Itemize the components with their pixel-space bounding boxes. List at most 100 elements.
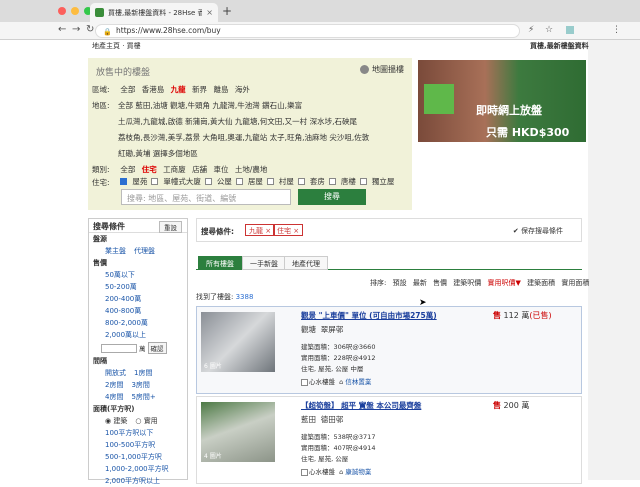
area-range-item[interactable]: 1,000-2,000平方呎 — [89, 463, 187, 475]
type-commercial[interactable]: 工商廈 — [163, 165, 186, 174]
back-button[interactable]: ← — [58, 24, 66, 35]
area-range-item[interactable]: 100平方呎以下 — [89, 427, 187, 439]
type-land[interactable]: 土地/農地 — [235, 165, 268, 174]
breadcrumb[interactable]: 地產主頁 · 買樓 — [92, 41, 141, 51]
favorite-checkbox[interactable] — [301, 468, 308, 476]
favorite-label: 心水樓盤 — [309, 468, 335, 476]
map-search-link[interactable]: 地圖搵樓 — [360, 64, 404, 75]
type-all[interactable]: 全部 — [120, 165, 135, 174]
price-range-item[interactable]: 400-800萬 — [89, 305, 187, 317]
district-line-3[interactable]: 荔枝角,長沙灣,美孚,荔景 大角咀,奧運,九龍站 太子,旺角,油麻地 尖沙咀,佐… — [118, 132, 369, 143]
region-islands[interactable]: 離島 — [213, 85, 228, 94]
type-parking[interactable]: 車位 — [213, 165, 228, 174]
hos-checkbox[interactable] — [235, 178, 243, 185]
criteria-bar: 搜尋條件: 九龍 × 住宅 × ✔ 保存搜尋條件 — [196, 218, 582, 242]
listing-district[interactable]: 觀塘 — [301, 325, 316, 334]
listing-card[interactable]: 6 圖片 觀景 "上車價" 單位 (可自由市場275萬) 觀塘 翠屏邨 建築面積… — [196, 306, 582, 394]
listing-title-link[interactable]: 觀景 "上車價" 單位 (可自由市場275萬) — [301, 310, 437, 321]
price-range-item[interactable]: 50萬以下 — [89, 269, 187, 281]
area-range-item[interactable]: 2,000平方呎以上 — [89, 475, 187, 487]
room-option[interactable]: 5房間+ — [131, 392, 155, 402]
listing-district[interactable]: 藍田 — [301, 415, 316, 424]
listing-tags: 住宅, 屋苑, 公屋 — [301, 455, 349, 463]
tab-agencies[interactable]: 地產代理 — [284, 256, 328, 270]
criteria-tag-kowloon[interactable]: 九龍 × — [245, 224, 276, 236]
estate-checkbox[interactable] — [120, 178, 128, 185]
browser-tab[interactable]: 買樓,最新樓盤資料 - 28Hse 香港 × — [90, 3, 218, 22]
sort-saleable-unit-price[interactable]: 實用呎價▼ — [488, 279, 521, 287]
listing-estate[interactable]: 德田邨 — [321, 415, 344, 424]
new-tab-button[interactable]: + — [222, 4, 232, 18]
agent-name[interactable]: 康誠物業 — [345, 468, 371, 476]
price-range-item[interactable]: 2,000萬以上 — [89, 329, 187, 341]
price-confirm-button[interactable]: 確認 — [147, 342, 167, 354]
room-option[interactable]: 4房間 — [105, 392, 123, 402]
site-title: 買樓,最新樓盤資料 — [530, 42, 589, 50]
type-residential[interactable]: 住宅 — [142, 165, 157, 174]
village-house-label: 村屋 — [278, 177, 294, 186]
suite-checkbox[interactable] — [297, 178, 305, 185]
address-bar[interactable]: 🔒 https://www.28hse.com/buy — [95, 24, 520, 38]
criteria-title: 搜尋條件: — [201, 227, 234, 236]
sort-gross-area[interactable]: 建築面積 — [527, 279, 555, 287]
area-range-item[interactable]: 100-500平方呎 — [89, 439, 187, 451]
sort-price[interactable]: 售價 — [433, 279, 447, 287]
forward-button[interactable]: → — [72, 24, 80, 35]
promo-banner[interactable]: 即時網上放盤 只需 HKD$300 — [418, 60, 586, 142]
search-input[interactable]: 搜尋: 地區、屋苑、街道、編號 — [121, 189, 291, 205]
criteria-tag-residential[interactable]: 住宅 × — [273, 224, 304, 236]
district-line-1[interactable]: 全部 藍田,油塘 觀塘,牛頭角 九龍灣,牛池灣 鑽石山,樂富 — [118, 100, 302, 111]
browser-menu-icon[interactable]: ⋮ — [612, 25, 621, 35]
tong-lau-checkbox[interactable] — [328, 178, 336, 185]
room-option[interactable]: 2房間 — [105, 380, 123, 390]
region-overseas[interactable]: 海外 — [235, 85, 250, 94]
tab-close-icon[interactable]: × — [206, 8, 213, 17]
region-hk-island[interactable]: 香港島 — [142, 85, 165, 94]
room-option[interactable]: 1房間 — [134, 368, 152, 378]
district-line-4[interactable]: 紅磡,黃埔 選擇多個地區 — [118, 148, 198, 159]
area-gross-radio[interactable]: ◉ 建築 — [105, 416, 127, 426]
region-all[interactable]: 全部 — [120, 85, 135, 94]
region-kowloon[interactable]: 九龍 — [171, 85, 186, 94]
minimize-window-button[interactable] — [71, 7, 79, 15]
room-option[interactable]: 3房間 — [131, 380, 149, 390]
save-criteria-link[interactable]: ✔ 保存搜尋條件 — [513, 226, 563, 236]
reload-button[interactable]: ↻ — [86, 24, 94, 35]
extension-icon[interactable] — [566, 26, 574, 34]
bookmark-star-icon[interactable]: ☆ — [545, 25, 553, 35]
price-range-item[interactable]: 50-200萬 — [89, 281, 187, 293]
price-value: 200 萬 — [503, 401, 530, 410]
room-option[interactable]: 開放式 — [105, 368, 126, 378]
tab-all-listings[interactable]: 所有樓盤 — [198, 256, 242, 270]
agent-listing-link[interactable]: 代理盤 — [134, 246, 155, 256]
sort-saleable-area[interactable]: 實用面積 — [561, 279, 589, 287]
favorite-checkbox[interactable] — [301, 378, 308, 386]
reset-button[interactable]: 重設 — [159, 221, 182, 233]
search-button[interactable]: 搜尋 — [298, 189, 366, 205]
sort-default[interactable]: 預設 — [393, 279, 407, 287]
listing-photo[interactable]: 6 圖片 — [201, 312, 275, 372]
single-block-checkbox[interactable] — [151, 178, 159, 185]
owner-listing-link[interactable]: 業主盤 — [105, 246, 126, 256]
listing-title-link[interactable]: 【超筍盤】 超平 實盤 本公司最齊盤 — [301, 400, 421, 411]
public-housing-checkbox[interactable] — [204, 178, 212, 185]
district-line-2[interactable]: 土瓜灣,九龍城,啟德 新蒲崗,黃大仙 九龍塘,何文田,又一村 深水埗,石硤尾 — [118, 116, 357, 127]
house-checkbox[interactable] — [359, 178, 367, 185]
listing-photo[interactable]: 4 圖片 — [201, 402, 275, 462]
price-range-item[interactable]: 200-400萬 — [89, 293, 187, 305]
sort-newest[interactable]: 最新 — [413, 279, 427, 287]
tab-new-developments[interactable]: 一手新盤 — [242, 256, 286, 270]
listing-estate[interactable]: 翠屏邨 — [321, 325, 344, 334]
close-window-button[interactable] — [58, 7, 66, 15]
listing-card[interactable]: 4 圖片 【超筍盤】 超平 實盤 本公司最齊盤 藍田 德田邨 建築面積：538呎… — [196, 396, 582, 484]
area-range-item[interactable]: 500-1,000平方呎 — [89, 451, 187, 463]
region-nt[interactable]: 新界 — [192, 85, 207, 94]
agent-name[interactable]: 信林置業 — [345, 378, 371, 386]
type-shop[interactable]: 店舖 — [192, 165, 207, 174]
price-max-input[interactable] — [101, 343, 137, 353]
translate-icon[interactable]: ⚡ — [528, 25, 534, 35]
area-saleable-radio[interactable]: ○ 實用 — [135, 416, 157, 426]
village-house-checkbox[interactable] — [266, 178, 274, 185]
sort-gross-unit-price[interactable]: 建築呎價 — [453, 279, 481, 287]
price-range-item[interactable]: 800-2,000萬 — [89, 317, 187, 329]
